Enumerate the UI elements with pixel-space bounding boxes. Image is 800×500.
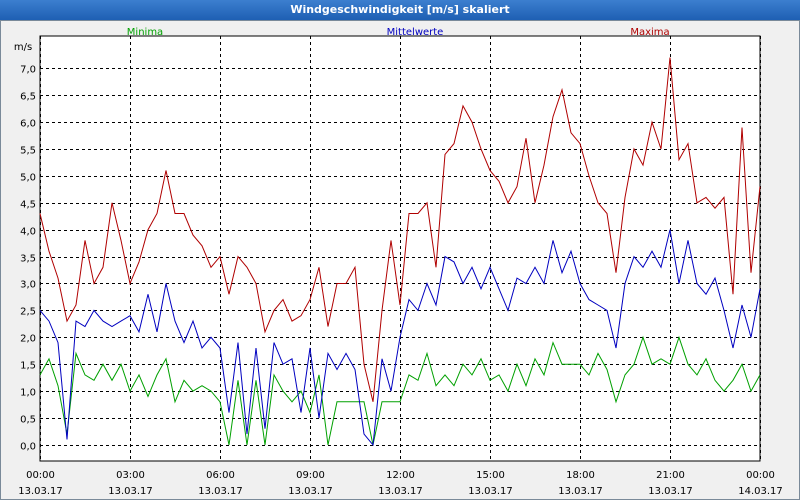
- y-tick-label: 2,0: [20, 334, 36, 345]
- y-tick-label: 0,0: [20, 442, 36, 453]
- legend-entry-maxima: Maxima: [630, 27, 669, 38]
- legend-entry-minima: Minima: [127, 27, 163, 38]
- x-tick-time-label: 03:00: [116, 470, 145, 481]
- x-tick-date-label: 13.03.17: [558, 486, 603, 497]
- y-tick-label: 6,5: [20, 92, 36, 103]
- x-tick-time-label: 21:00: [656, 470, 685, 481]
- y-tick-label: 5,5: [20, 146, 36, 157]
- y-tick-label: 3,5: [20, 254, 36, 265]
- x-tick-date-label: 13.03.17: [648, 486, 693, 497]
- x-tick-time-label: 00:00: [746, 470, 775, 481]
- x-tick-date-label: 13.03.17: [198, 486, 243, 497]
- y-axis-unit-label: m/s: [14, 42, 32, 53]
- y-tick-label: 0,5: [20, 415, 36, 426]
- x-tick-date-label: 13.03.17: [378, 486, 423, 497]
- y-tick-label: 5,0: [20, 173, 36, 184]
- y-tick-label: 1,5: [20, 361, 36, 372]
- chart-area: 0,0 0,5 1,0 1,5 2,0 2,5 3,0 3,5 4,0 4,5 5,0 5,5 6,0 6…: [14, 27, 783, 497]
- y-tick-label: 4,5: [20, 200, 36, 211]
- x-tick-time-label: 09:00: [296, 470, 325, 481]
- x-tick-date-label: 13.03.17: [18, 486, 63, 497]
- chart-title-bar: Windgeschwindigkeit [m/s] skaliert: [0, 0, 800, 20]
- x-tick-date-label: 13.03.17: [468, 486, 513, 497]
- x-tick-date-label: 14.03.17: [738, 486, 783, 497]
- y-tick-label: 7,0: [20, 65, 36, 76]
- x-tick-date-label: 13.03.17: [288, 486, 333, 497]
- x-tick-time-label: 06:00: [206, 470, 235, 481]
- x-tick-time-label: 00:00: [26, 470, 55, 481]
- y-tick-label: 4,0: [20, 227, 36, 238]
- x-tick-time-label: 12:00: [386, 470, 415, 481]
- y-tick-label: 2,5: [20, 307, 36, 318]
- x-tick-date-label: 13.03.17: [108, 486, 153, 497]
- y-tick-label: 1,0: [20, 388, 36, 399]
- x-tick-time-label: 18:00: [566, 470, 595, 481]
- y-tick-label: 3,0: [20, 280, 36, 291]
- x-tick-time-label: 15:00: [476, 470, 505, 481]
- legend-entry-mittelwerte: Mittelwerte: [387, 27, 444, 38]
- chart-title: Windgeschwindigkeit [m/s] skaliert: [290, 3, 510, 16]
- y-tick-label: 6,0: [20, 119, 36, 130]
